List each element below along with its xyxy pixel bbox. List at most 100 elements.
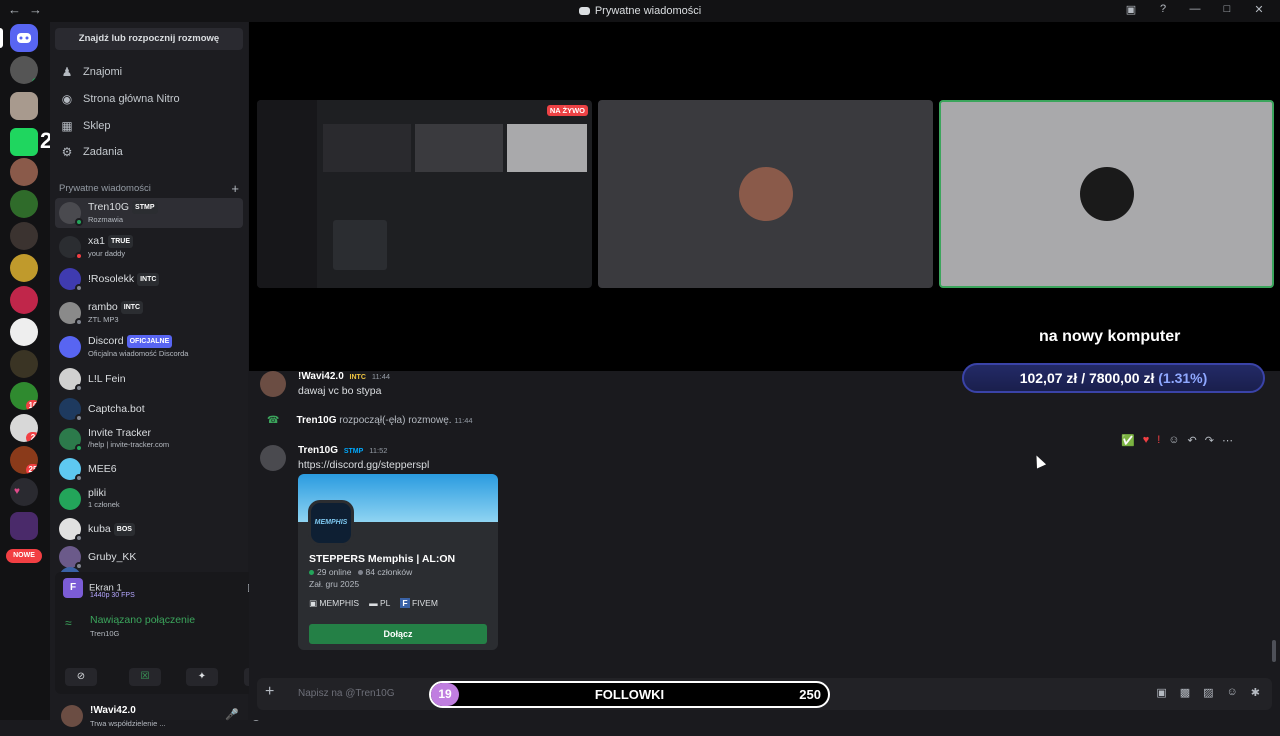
nav-nitro[interactable]: ◉ Strona główna Nitro [58,87,243,111]
server-icon[interactable] [10,286,38,314]
attach-icon[interactable]: + [265,683,274,701]
close-button[interactable]: ✕ [1252,3,1266,16]
dm-item[interactable]: xa1 TRUE your daddy [55,232,243,262]
selected-indicator [0,28,3,48]
dm-name: rambo [88,301,118,313]
help-icon[interactable]: ? [1156,3,1170,16]
camera-off-button[interactable]: ⊘ [65,668,97,686]
server-icon[interactable] [10,190,38,218]
maximize-button[interactable]: □ [1220,3,1234,16]
donation-goal-title: na nowy komputer [1039,328,1181,345]
server-icon[interactable] [10,512,38,540]
dm-item[interactable]: Captcha.bot [55,394,243,424]
microphone-icon[interactable]: 🎤 [225,708,239,721]
avatar [59,488,81,510]
server-icon[interactable] [10,318,38,346]
server-folder[interactable]: ♥ [10,478,38,506]
dm-item[interactable]: L!L Fein [55,364,243,394]
dm-subtext: Oficjalna wiadomość Discorda [88,349,189,358]
participant-tile-speaking[interactable] [939,100,1274,288]
voice-connected-label[interactable]: Nawiązano połączenie [90,614,195,626]
avatar[interactable] [260,371,286,397]
dm-item[interactable]: MEE6 [55,454,243,484]
dm-item[interactable]: pliki 1 członek [55,484,243,514]
invite-tags: ▣ MEMPHIS ▬ PL F FIVEM [309,598,438,609]
message-actions: ✅ ♥ ! ☺ ↶ ↷ ⋯ [1121,434,1233,447]
dm-name: !Rosolekk [88,272,135,285]
more-icon[interactable]: ⋯ [1222,434,1233,447]
fivem-icon: F [400,598,410,608]
find-conversation-button[interactable]: Znajdź lub rozpocznij rozmowę [55,28,243,50]
emoji-icon[interactable]: ☺ [1227,686,1238,699]
dm-name: pliki [88,487,107,499]
title-bar: ←→ Prywatne wiadomości ▣ ? — □ ✕ [0,0,1280,22]
avatar [59,236,83,260]
dm-item[interactable]: Tren10G STMP Rozmawia [55,198,243,228]
followers-goal-widget: FOLLOWKI 19 250 [429,681,830,708]
server-icon[interactable]: 10 [10,382,38,410]
nav-quests[interactable]: ⚙ Zadania [58,140,243,164]
apps-icon[interactable]: ✱ [1251,686,1260,699]
sticker-icon[interactable]: ▨ [1203,686,1213,699]
screen-share-button[interactable]: ☒ [129,668,161,686]
inbox-icon[interactable]: ▣ [1124,3,1138,16]
scrollbar[interactable] [1272,640,1276,662]
voice-channel-name: Tren10G [90,629,120,638]
avatar [59,546,83,570]
invite-link[interactable]: https://discord.gg/stepperspl [298,459,429,471]
activity-button[interactable]: ✦ [186,668,218,686]
home-button[interactable] [10,24,38,52]
dm-name: xa1 [88,235,105,247]
add-reaction-icon[interactable]: ☺ [1168,434,1179,447]
server-tag: INTC [137,272,160,286]
avatar[interactable] [61,705,83,727]
members-dot-icon [357,570,363,575]
stream-tile[interactable]: NA ŻYWO [257,100,592,288]
server-icon[interactable]: 2 [10,414,38,442]
server-tag: BOS [113,522,135,536]
server-tag: OFICJALNE [126,335,173,348]
dm-subtext: 1 członek [88,500,120,509]
nav-shop[interactable]: ▦ Sklep [58,114,243,138]
invite-tag: ▬ PL [369,598,391,608]
server-icon[interactable] [10,350,38,378]
heart-reaction-icon[interactable]: ♥ [1143,434,1150,447]
reply-icon[interactable]: ↶ [1188,434,1197,447]
gift-icon[interactable]: ▣ [1156,686,1166,699]
server-icon[interactable] [10,128,38,156]
nav-friends[interactable]: ♟ Znajomi [58,60,243,84]
window-title: Prywatne wiadomości [0,5,1280,17]
message-input[interactable]: Napisz na @Tren10G [298,688,395,699]
dm-item[interactable]: Discord OFICJALNE Oficjalna wiadomość Disc… [55,332,243,362]
server-icon[interactable] [10,92,38,120]
create-dm-icon[interactable]: + [231,181,239,196]
gif-icon[interactable]: ▩ [1180,686,1190,699]
exclamation-reaction-icon[interactable]: ! [1157,434,1160,447]
server-icon[interactable] [10,158,38,186]
dm-item[interactable]: kuba BOS [55,514,243,544]
forward-icon[interactable]: ↷ [1205,434,1214,447]
dm-item[interactable]: Invite Tracker/help | invite-tracker.com [55,424,243,454]
dm-item[interactable]: rambo INTC ZTL MP3 [55,298,243,328]
avatar [59,518,83,542]
dm-subtext: ZTL MP3 [88,315,119,324]
avatar [59,268,83,292]
signal-icon: ≈ [65,616,72,630]
server-icon[interactable]: 25 [10,446,38,474]
server-icon[interactable] [10,254,38,282]
status-indicator-icon [75,384,83,392]
join-button[interactable]: Dołącz [309,624,487,644]
check-reaction-icon[interactable]: ✅ [1121,434,1135,447]
server-icon[interactable] [10,222,38,250]
avatar [59,428,83,452]
dm-name: MEE6 [88,462,117,475]
avatar[interactable] [260,445,286,471]
dm-item[interactable]: !Rosolekk INTC [55,264,243,294]
participant-tile[interactable] [598,100,933,288]
discord-icon [17,33,31,43]
live-badge: NA ŻYWO [546,105,588,116]
call-stage: NA ŻYWO na nowy komputer 102,07 zł / 780… [249,22,1280,393]
minimize-button[interactable]: — [1188,3,1202,16]
status-indicator-icon [75,252,83,260]
server-icon[interactable] [10,56,38,84]
